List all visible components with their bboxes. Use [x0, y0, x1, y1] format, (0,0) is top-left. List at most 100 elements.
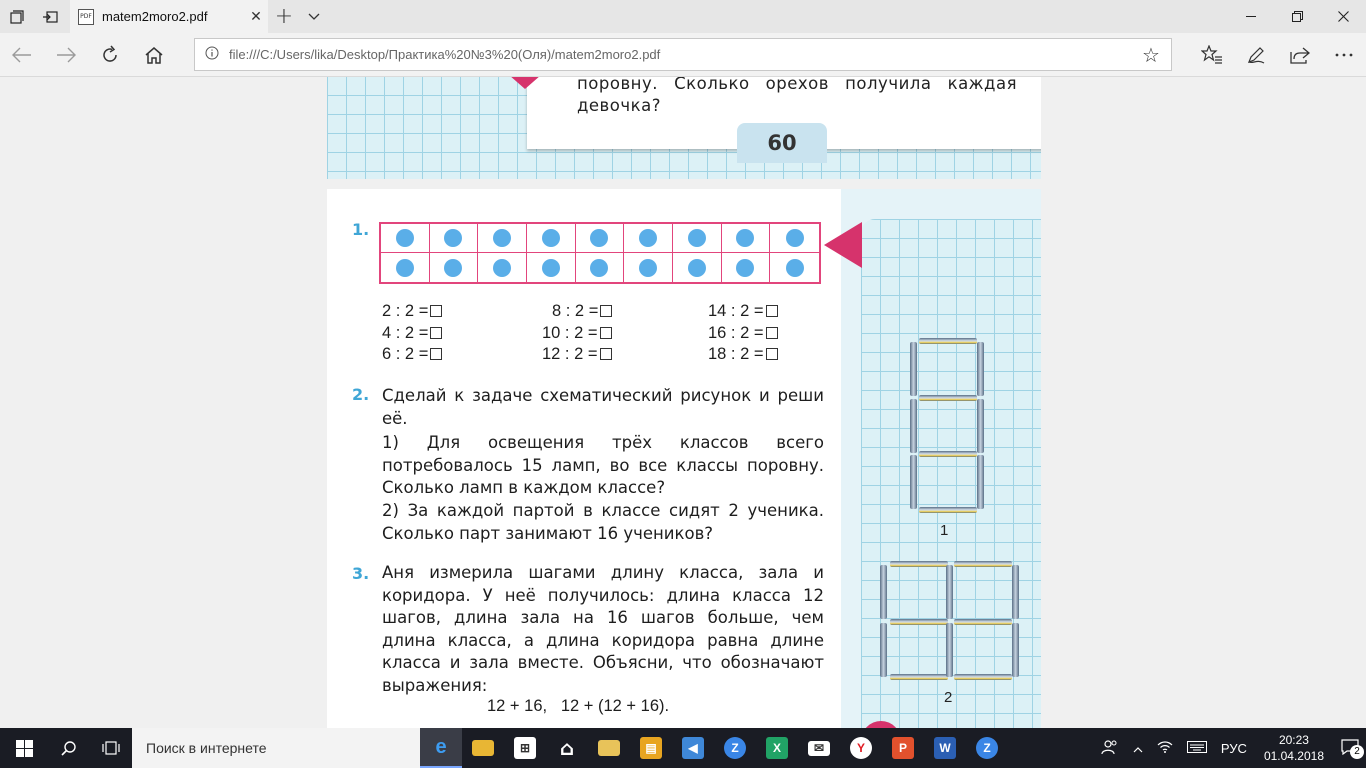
- table-cell: [770, 253, 819, 282]
- dot: [687, 258, 706, 277]
- store-icon[interactable]: ⊞: [504, 728, 546, 768]
- yandex-browser-icon[interactable]: Y: [840, 728, 882, 768]
- restore-button[interactable]: [1274, 0, 1320, 33]
- excel-icon[interactable]: X: [756, 728, 798, 768]
- table-cell: [381, 224, 430, 253]
- example: 10 : 2 =: [542, 324, 612, 343]
- table-cell: [673, 253, 722, 282]
- url-text[interactable]: file:///C:/Users/lika/Desktop/Практика%2…: [229, 47, 1131, 62]
- info-icon[interactable]: [195, 46, 229, 64]
- matchstick: [977, 342, 984, 396]
- pen-notes-icon[interactable]: [1234, 33, 1278, 77]
- dot: [493, 229, 512, 247]
- page-number: 60: [737, 123, 827, 163]
- tab-title: matem2moro2.pdf: [102, 9, 208, 24]
- chevron-up-icon[interactable]: [1126, 741, 1150, 756]
- date-text: 01.04.2018: [1263, 749, 1324, 763]
- pdf-viewer[interactable]: поровну. Сколько орехов получила каждая …: [0, 77, 1366, 728]
- mail-icon[interactable]: ✉: [798, 728, 840, 768]
- matchstick: [890, 619, 948, 625]
- language-indicator[interactable]: РУС: [1214, 741, 1254, 756]
- back-button[interactable]: [0, 33, 44, 77]
- matchstick: [910, 455, 917, 509]
- matchstick: [910, 342, 917, 396]
- people-icon[interactable]: [1094, 739, 1126, 758]
- matchstick: [946, 565, 953, 619]
- dot: [639, 229, 658, 247]
- dot: [785, 229, 804, 247]
- example: 16 : 2 =: [708, 324, 778, 343]
- pdf-page-61: 1. 2 : 2 = 8 : 2 = 14 : 2 = 4 : 2 = 10:…: [327, 189, 1041, 728]
- keyboard-icon[interactable]: [1180, 740, 1214, 756]
- tab-manager-icon[interactable]: [0, 0, 33, 33]
- taskbar-search-input[interactable]: Поиск в интернете: [132, 728, 420, 768]
- set-tabs-aside-icon[interactable]: [33, 0, 66, 33]
- zoom-app-icon-2[interactable]: Z: [966, 728, 1008, 768]
- dot: [736, 229, 755, 247]
- table-cell: [673, 224, 722, 253]
- pink-arrow-marker: [824, 222, 862, 268]
- more-menu-icon[interactable]: [1322, 33, 1366, 77]
- task-view-icon[interactable]: [90, 728, 132, 768]
- word-icon[interactable]: W: [924, 728, 966, 768]
- refresh-button[interactable]: [88, 33, 132, 77]
- matchstick: [910, 399, 917, 453]
- file-explorer-icon[interactable]: [462, 728, 504, 768]
- chevron-down-icon[interactable]: [302, 0, 326, 33]
- browser-titlebar: PDF matem2moro2.pdf ✕ +: [0, 0, 1366, 33]
- matchstick: [890, 561, 948, 567]
- pdf-page-60: поровну. Сколько орехов получила каждая …: [327, 77, 1041, 179]
- example: 14 : 2 =: [708, 302, 778, 321]
- matchstick: [919, 507, 977, 513]
- zoom-app-icon[interactable]: Z: [714, 728, 756, 768]
- table-cell: [478, 224, 527, 253]
- task-2-number: 2.: [352, 385, 370, 404]
- home-app-icon[interactable]: ⌂: [546, 728, 588, 768]
- search-icon[interactable]: [48, 728, 90, 768]
- minimize-button[interactable]: [1228, 0, 1274, 33]
- windows-start-icon[interactable]: [0, 728, 48, 768]
- close-tab-icon[interactable]: ✕: [244, 9, 268, 25]
- table-cell: [430, 253, 479, 282]
- figure-1-label: 1: [940, 522, 949, 539]
- clock[interactable]: 20:23 01.04.2018: [1254, 732, 1334, 764]
- table-cell: [624, 253, 673, 282]
- task-text: поровну. Сколько орехов получила каждая …: [577, 77, 1017, 115]
- figure-2-label: 2: [944, 689, 953, 706]
- example: 6 : 2 =: [382, 345, 443, 364]
- favorite-star-icon[interactable]: ☆: [1131, 43, 1171, 67]
- table-cell: [770, 224, 819, 253]
- table-cell: [527, 224, 576, 253]
- task-2-subtask-2: 2) За каждой партой в классе сидят 2 уче…: [382, 501, 824, 543]
- matchstick: [1012, 623, 1019, 677]
- matchstick: [954, 619, 1012, 625]
- wifi-icon[interactable]: [1150, 740, 1180, 756]
- home-button[interactable]: [132, 33, 176, 77]
- close-window-button[interactable]: [1320, 0, 1366, 33]
- table-cell: [381, 253, 430, 282]
- audio-app-icon[interactable]: ◀: [672, 728, 714, 768]
- share-icon[interactable]: [1278, 33, 1322, 77]
- dot: [687, 229, 706, 247]
- notifications-icon[interactable]: 2: [1334, 738, 1366, 759]
- task-3-number: 3.: [352, 564, 370, 583]
- forward-button[interactable]: [44, 33, 88, 77]
- presentation-app-icon[interactable]: P: [882, 728, 924, 768]
- dot: [541, 258, 560, 277]
- dot: [444, 229, 463, 247]
- favorites-hub-icon[interactable]: [1190, 33, 1234, 77]
- folder-icon[interactable]: [588, 728, 630, 768]
- browser-navbar: file:///C:/Users/lika/Desktop/Практика%2…: [0, 33, 1366, 77]
- notes-app-icon[interactable]: ▤: [630, 728, 672, 768]
- example: 18 : 2 =: [708, 345, 778, 364]
- new-tab-button[interactable]: +: [272, 0, 296, 33]
- edge-app-icon[interactable]: e: [420, 728, 462, 768]
- matchstick: [890, 674, 948, 680]
- pdf-icon: PDF: [78, 8, 94, 25]
- dot: [590, 229, 609, 247]
- matchstick: [919, 338, 977, 344]
- system-tray: РУС 20:23 01.04.2018 2: [1094, 728, 1366, 768]
- dot: [395, 258, 414, 277]
- address-bar[interactable]: file:///C:/Users/lika/Desktop/Практика%2…: [194, 38, 1172, 71]
- tab-active[interactable]: PDF matem2moro2.pdf ✕: [70, 0, 268, 33]
